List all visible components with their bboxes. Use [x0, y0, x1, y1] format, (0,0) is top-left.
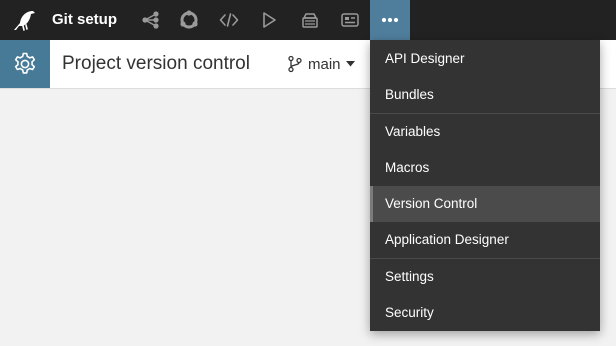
project-name[interactable]: Git setup — [52, 0, 117, 40]
branch-name: main — [308, 55, 341, 73]
menu-item-variables[interactable]: Variables — [370, 114, 600, 150]
menu-item-settings[interactable]: Settings — [370, 259, 600, 295]
menu-item-macros[interactable]: Macros — [370, 150, 600, 186]
app-logo-bird-icon[interactable] — [12, 7, 38, 33]
top-navbar: Git setup — [0, 0, 616, 40]
flow-icon[interactable] — [131, 0, 171, 40]
more-menu-dropdown: API Designer Bundles Variables Macros Ve… — [370, 40, 600, 331]
lab-icon[interactable] — [169, 0, 209, 40]
code-icon[interactable] — [209, 0, 249, 40]
menu-item-security[interactable]: Security — [370, 295, 600, 331]
settings-gear-icon[interactable] — [0, 40, 50, 88]
more-icon[interactable] — [370, 0, 410, 40]
chevron-down-icon — [345, 61, 355, 67]
branch-selector[interactable]: main — [287, 40, 355, 88]
dashboard-icon[interactable] — [330, 0, 370, 40]
git-branch-icon — [287, 55, 303, 73]
menu-item-application-designer[interactable]: Application Designer — [370, 222, 600, 258]
deploy-icon[interactable] — [290, 0, 330, 40]
run-icon[interactable] — [249, 0, 289, 40]
menu-item-api-designer[interactable]: API Designer — [370, 41, 600, 77]
menu-item-version-control[interactable]: Version Control — [370, 186, 600, 222]
menu-item-bundles[interactable]: Bundles — [370, 77, 600, 113]
page-title: Project version control — [62, 53, 250, 74]
